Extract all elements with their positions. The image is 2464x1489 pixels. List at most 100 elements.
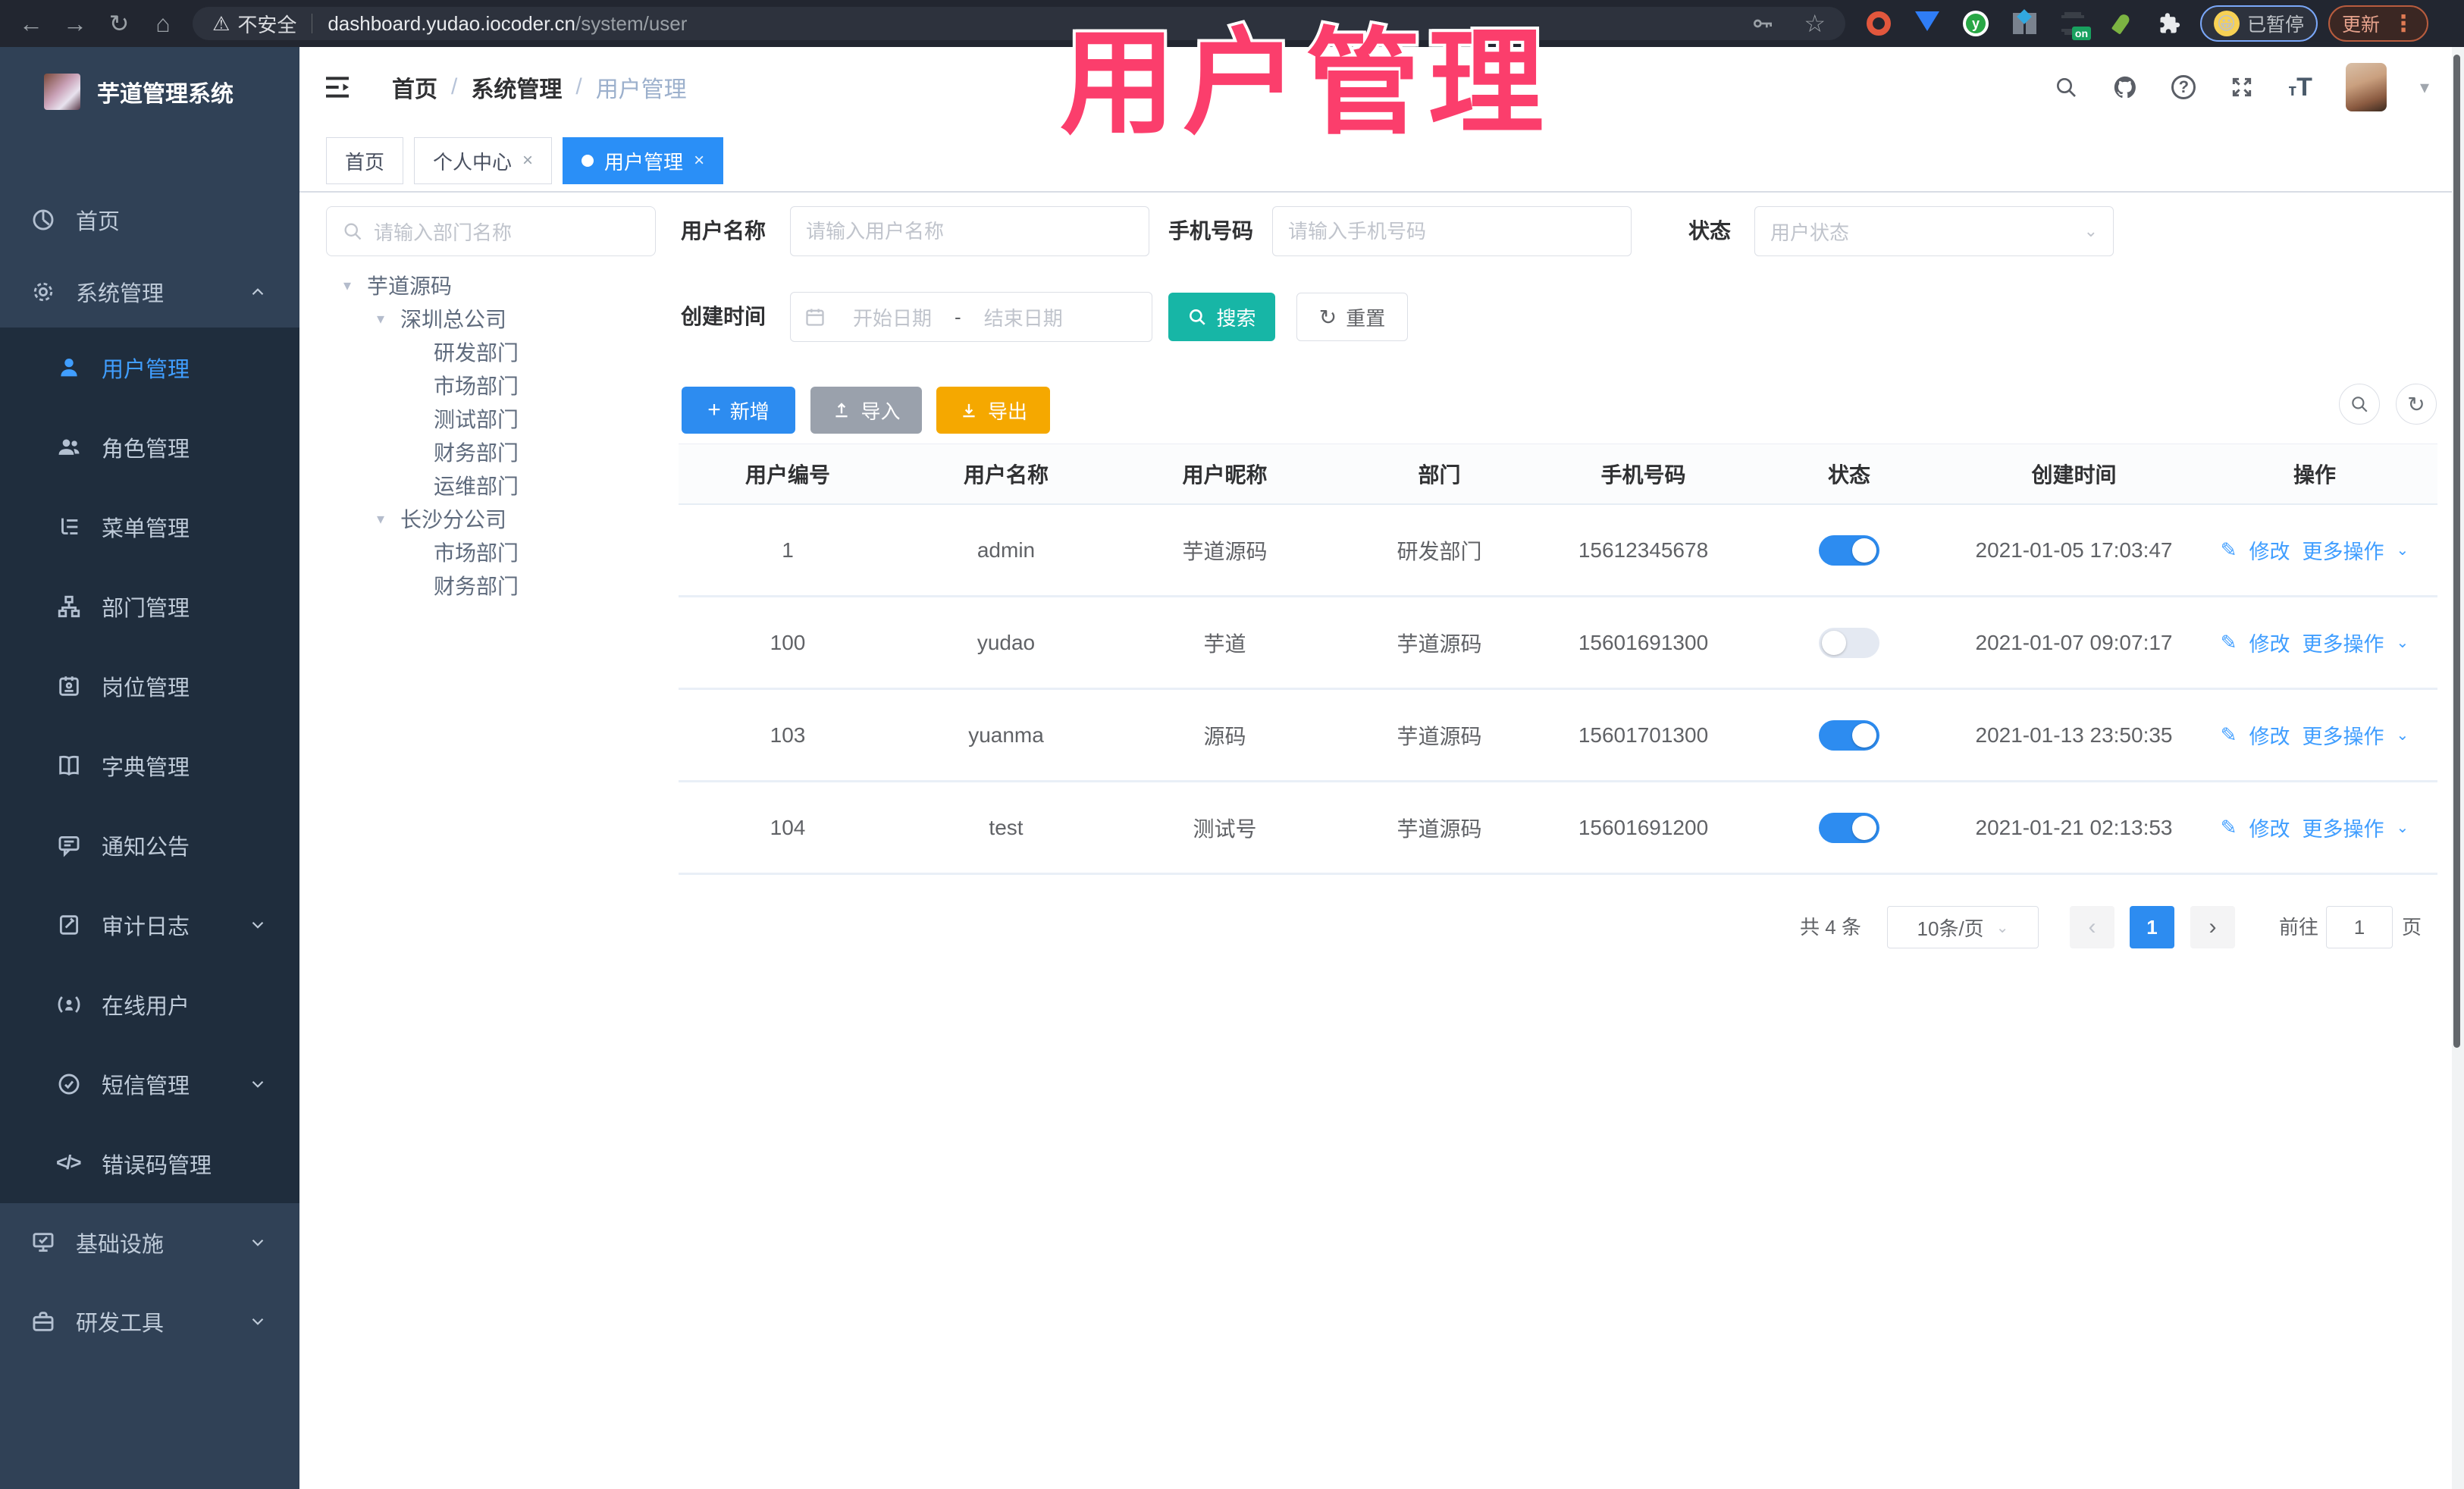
sidebar-item-dict-mgmt[interactable]: 字典管理 — [0, 726, 299, 805]
import-button[interactable]: 导入 — [810, 387, 922, 434]
avatar-caret-icon[interactable]: ▾ — [2420, 77, 2429, 99]
more-actions-link[interactable]: 更多操作 — [2303, 720, 2384, 750]
sidebar-item-system[interactable]: 系统管理 — [0, 255, 299, 328]
scrollbar-thumb[interactable] — [2453, 55, 2460, 1048]
edit-link[interactable]: 修改 — [2249, 628, 2290, 657]
extension-green-pin-icon[interactable] — [2108, 10, 2135, 37]
status-toggle[interactable] — [1819, 812, 1879, 843]
tree-node[interactable]: ▾ 深圳总公司 — [326, 302, 667, 335]
sidebar-item-infra[interactable]: 基础设施 — [0, 1203, 299, 1282]
fullscreen-icon[interactable] — [2229, 74, 2255, 100]
close-icon[interactable]: × — [522, 150, 533, 171]
page-size-select[interactable]: 10条/页 ⌄ — [1887, 906, 2039, 948]
sidebar-item-dept-mgmt[interactable]: 部门管理 — [0, 566, 299, 646]
current-page-button[interactable]: 1 — [2130, 906, 2174, 948]
sidebar-item-audit-log[interactable]: 审计日志 — [0, 885, 299, 964]
extension-on-badge-icon[interactable]: on — [2059, 10, 2091, 40]
breadcrumb-system[interactable]: 系统管理 — [471, 71, 562, 104]
more-actions-link[interactable]: 更多操作 — [2303, 535, 2384, 565]
goto-page-input[interactable] — [2326, 906, 2393, 948]
breadcrumb-home[interactable]: 首页 — [392, 71, 437, 104]
export-button[interactable]: 导出 — [936, 387, 1050, 434]
sidebar-item-error-code[interactable]: </> 错误码管理 — [0, 1124, 299, 1203]
date-range-picker[interactable]: 开始日期 - 结束日期 — [790, 292, 1152, 342]
tree-node[interactable]: 测试部门 — [326, 402, 667, 435]
prev-page-button[interactable]: ‹ — [2070, 906, 2114, 948]
reset-button[interactable]: ↻ 重置 — [1296, 293, 1408, 341]
status-toggle[interactable] — [1819, 534, 1879, 566]
tree-node[interactable]: 市场部门 — [326, 535, 667, 569]
tree-node[interactable]: 运维部门 — [326, 469, 667, 502]
font-size-icon[interactable]: тT — [2288, 73, 2312, 102]
browser-back-icon[interactable]: ← — [9, 7, 53, 40]
add-button[interactable]: + 新增 — [682, 387, 795, 434]
refresh-table-button[interactable]: ↻ — [2396, 384, 2437, 425]
sidebar-item-sms-mgmt[interactable]: 短信管理 — [0, 1044, 299, 1124]
infrastructure-icon — [30, 1230, 56, 1255]
status-select[interactable]: 用户状态 ⌄ — [1754, 206, 2114, 256]
sidebar-item-notice[interactable]: 通知公告 — [0, 805, 299, 885]
sidebar-item-post-mgmt[interactable]: 岗位管理 — [0, 646, 299, 726]
browser-menu-dots-icon[interactable]: ⋮ — [2392, 11, 2415, 37]
extension-green-y-icon[interactable]: y — [1962, 10, 1989, 37]
tree-node[interactable]: ▾ 芋道源码 — [326, 268, 667, 302]
sidebar-item-dev-tools[interactable]: 研发工具 — [0, 1282, 299, 1361]
tree-expand-icon[interactable]: ▾ — [338, 276, 356, 295]
tab-user-mgmt[interactable]: 用户管理 × — [563, 137, 724, 184]
edit-link[interactable]: 修改 — [2249, 535, 2290, 565]
tree-expand-icon[interactable]: ▾ — [371, 509, 390, 528]
extension-squares-icon[interactable] — [2011, 9, 2038, 37]
extension-orange-icon[interactable] — [1865, 10, 1892, 37]
browser-home-icon[interactable]: ⌂ — [141, 7, 185, 40]
toggle-search-button[interactable] — [2339, 384, 2380, 425]
dept-search-input[interactable]: 请输入部门名称 — [326, 206, 656, 256]
tree-node[interactable]: ▾ 长沙分公司 — [326, 502, 667, 535]
url-bar[interactable]: ⚠ 不安全 dashboard.yudao.iocoder.cn /system… — [193, 7, 1845, 40]
browser-reload-icon[interactable]: ↻ — [97, 7, 141, 40]
sidebar-item-role-mgmt[interactable]: 角色管理 — [0, 407, 299, 487]
browser-update-button[interactable]: 更新 ⋮ — [2328, 5, 2429, 42]
tab-home[interactable]: 首页 — [326, 137, 404, 184]
password-key-icon[interactable] — [1751, 11, 1775, 36]
url-host: dashboard.yudao.iocoder.cn — [328, 11, 576, 35]
user-avatar[interactable] — [2345, 63, 2387, 111]
sidebar-collapse-icon[interactable] — [322, 72, 353, 102]
more-actions-link[interactable]: 更多操作 — [2303, 628, 2384, 657]
github-icon[interactable] — [2112, 74, 2138, 100]
breadcrumb: 首页 / 系统管理 / 用户管理 — [392, 71, 687, 104]
search-icon[interactable] — [2053, 74, 2079, 100]
tree-expand-icon[interactable]: ▾ — [371, 309, 390, 328]
bookmark-star-icon[interactable]: ☆ — [1804, 9, 1826, 38]
sidebar-item-online-users[interactable]: 在线用户 — [0, 964, 299, 1044]
sidebar-menu: 首页 系统管理 用户管理 角色管理 菜单管理 部门管理 岗位管理 字典管理 通知… — [0, 183, 299, 1361]
more-actions-link[interactable]: 更多操作 — [2303, 813, 2384, 842]
browser-forward-icon[interactable]: → — [53, 7, 97, 40]
sidebar-item-user-mgmt[interactable]: 用户管理 — [0, 328, 299, 407]
sidebar-item-home[interactable]: 首页 — [0, 183, 299, 255]
username-input[interactable] — [790, 206, 1149, 256]
next-page-button[interactable]: › — [2190, 906, 2235, 948]
search-icon — [1190, 309, 1206, 325]
browser-profile-badge[interactable]: 已暂停 — [2200, 5, 2318, 42]
extension-blue-drop-icon[interactable] — [1914, 10, 1941, 37]
search-button[interactable]: 搜索 — [1168, 293, 1275, 341]
tree-node[interactable]: 财务部门 — [326, 435, 667, 469]
active-tab-dot — [582, 155, 594, 167]
page-scrollbar[interactable] — [2452, 47, 2464, 1489]
not-secure-badge[interactable]: ⚠ 不安全 — [212, 10, 296, 38]
date-start-placeholder: 开始日期 — [853, 306, 933, 330]
tree-node[interactable]: 市场部门 — [326, 368, 667, 402]
edit-link[interactable]: 修改 — [2249, 720, 2290, 750]
extensions-puzzle-icon[interactable] — [2156, 10, 2183, 37]
close-icon[interactable]: × — [694, 150, 704, 171]
edit-link[interactable]: 修改 — [2249, 813, 2290, 842]
mobile-input[interactable] — [1272, 206, 1632, 256]
tree-node[interactable]: 财务部门 — [326, 569, 667, 602]
sidebar-item-menu-mgmt[interactable]: 菜单管理 — [0, 487, 299, 566]
tree-node[interactable]: 研发部门 — [326, 335, 667, 368]
help-icon[interactable]: ? — [2171, 75, 2196, 99]
status-toggle[interactable] — [1819, 719, 1879, 751]
app-logo[interactable]: 芋道管理系统 — [0, 47, 299, 136]
tab-profile[interactable]: 个人中心 × — [414, 137, 553, 184]
status-toggle[interactable] — [1819, 627, 1879, 658]
